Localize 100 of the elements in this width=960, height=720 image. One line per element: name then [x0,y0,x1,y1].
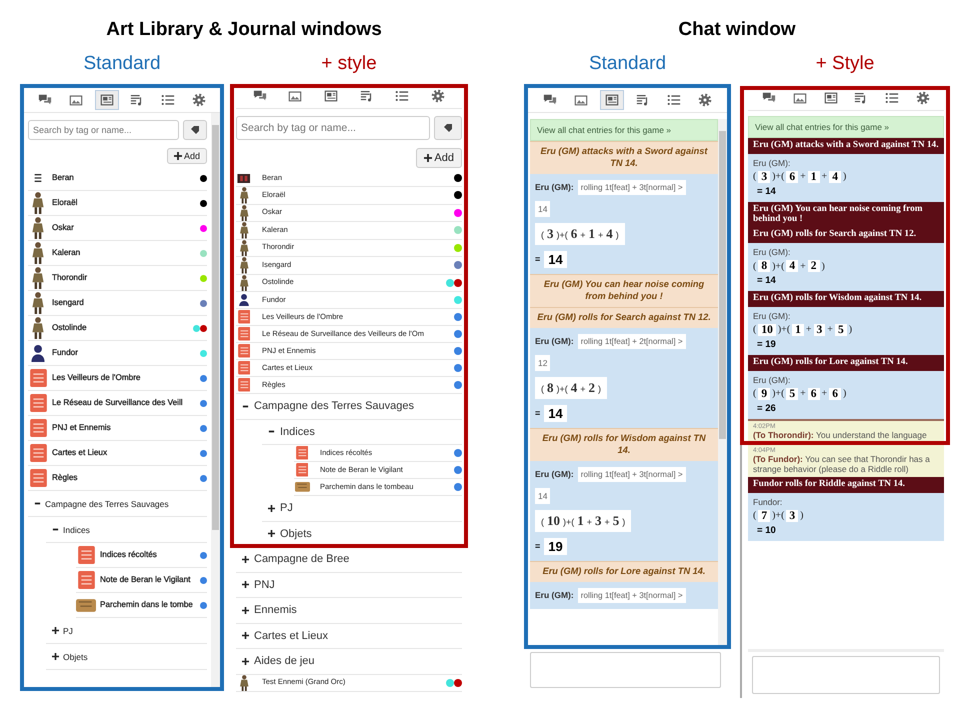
folder-name[interactable]: Campagne des Terres Sauvages [45,498,169,508]
roll-total: = 26 [756,402,777,414]
dice-operator: + [822,388,828,399]
figure-icon [31,267,45,289]
minus-icon[interactable] [268,428,275,436]
list-icon [667,93,682,107]
die-face: 4 [786,260,798,272]
plus-icon[interactable] [242,556,249,563]
figure-icon [238,204,250,221]
message-field[interactable] [752,656,940,694]
dice-operator: + [800,171,806,182]
tag-icon [190,125,200,135]
item-name[interactable]: Beran [52,173,196,183]
plus-icon[interactable] [242,632,249,640]
item-name[interactable]: Ostolinde [52,323,189,333]
whisper-text: (To Fundor): You can see that Thorondir has a strange behavior (please do a Riddle roll) [753,454,931,474]
music-list-icon [360,89,374,103]
item-name[interactable]: PNJ et Ennemis [52,423,196,433]
journal-tab[interactable] [94,90,119,110]
folder-name[interactable]: PJ [280,502,293,514]
folder-name[interactable]: Cartes et Lieux [254,630,328,642]
scroll-icon [76,598,96,612]
tag-button[interactable] [183,120,207,140]
scrollbar[interactable] [211,113,220,687]
item-name[interactable]: Kaleran [52,248,196,258]
dice-operator: ) [800,510,804,522]
item-name[interactable]: Cartes et Lieux [52,448,196,458]
item-name[interactable]: Fundor [52,348,196,358]
minus-icon[interactable] [242,402,249,410]
newspaper-icon [100,93,114,107]
add-button[interactable]: Add [166,148,207,164]
folder-name[interactable]: Aides de jeu [254,655,315,668]
dice-operator: ( [753,510,756,522]
item-name[interactable]: Le Réseau de Surveillance des Veill [52,398,196,408]
banner-icon [237,174,251,182]
item-name[interactable]: Indices récoltés [100,550,196,560]
roll-formula: rolling 1t[feat] + 2t[normal] > [578,334,686,349]
minus-icon[interactable] [34,500,41,507]
item-name[interactable]: Parchemin dans le tombe [100,600,196,610]
minus-icon[interactable] [52,526,59,533]
folder-name[interactable]: PJ [63,626,73,636]
sender-name: Fundor: [753,496,784,507]
section-title: Chat window [678,18,796,42]
emote-message: Eru (GM) rolls for Search against TN 12. [748,227,944,243]
folder-name[interactable]: PNJ [254,578,275,591]
die-face: 6 [829,388,841,400]
roll-total: 19 [544,538,567,555]
plus-icon[interactable] [242,606,249,614]
dice-operator: ( [753,324,756,336]
document-icon [238,327,250,341]
item-name[interactable]: Les Veilleurs de l'Ombre [52,373,196,383]
message-field[interactable] [530,652,721,688]
folder-name[interactable]: Ennemis [254,604,297,616]
sender-name: Eru (GM): [753,374,792,384]
die-face: 1 [808,170,820,183]
figure-icon [238,257,250,274]
journal-tab[interactable] [600,90,624,110]
view-all-link[interactable]: View all chat entries for this game » [748,116,944,138]
add-button[interactable]: Add [416,148,462,168]
emote-message: Fundor rolls for Riddle against TN 14. [748,477,944,493]
item-name[interactable]: Eloraël [52,198,196,208]
view-all-link[interactable]: View all chat entries for this game » [530,119,718,141]
dice-operator: ) [848,324,852,336]
dice-operator: + [827,324,833,336]
plus-icon[interactable] [52,653,59,660]
plus-icon[interactable] [268,530,275,538]
list-icon [395,89,410,103]
item-name[interactable]: Isengard [52,298,196,308]
item-name[interactable]: Règles [52,473,196,483]
folder-name[interactable]: Objets [280,528,312,540]
scrollbar[interactable] [718,119,727,645]
document-icon [30,419,46,437]
chat-icon [762,91,776,105]
plus-icon[interactable] [268,504,275,512]
item-name[interactable]: Note de Beran le Vigilant [100,575,196,585]
plus-icon[interactable] [242,581,249,588]
folder-name[interactable]: Indices [280,426,315,438]
settings-icon [698,93,712,107]
search-field[interactable]: Search by tag or name... [28,120,179,140]
die-face: 3 [814,324,826,336]
dice-operator: ( [753,260,756,272]
die-face: 2 [808,260,820,272]
die-face: 7 [758,510,770,522]
tag-button[interactable] [434,116,462,140]
sender-name: Eru (GM): [535,182,574,192]
folder-name[interactable]: Campagne de Bree [254,553,350,566]
dice-operator: ) [842,171,846,182]
die-face: 1 [792,324,804,336]
document-icon [238,378,250,392]
list-icon [884,91,899,105]
search-field[interactable]: Search by tag or name... [236,116,430,140]
folder-name[interactable]: Campagne des Terres Sauvages [254,400,414,412]
plus-icon[interactable] [242,658,249,665]
folder-name[interactable]: Indices [63,524,90,534]
person-icon [30,344,46,362]
folder-name[interactable]: Objets [63,652,88,662]
plus-icon[interactable] [52,627,59,634]
item-name[interactable]: Oskar [52,223,196,233]
item-name[interactable]: Thorondir [52,273,196,283]
tag-icon [443,123,453,133]
